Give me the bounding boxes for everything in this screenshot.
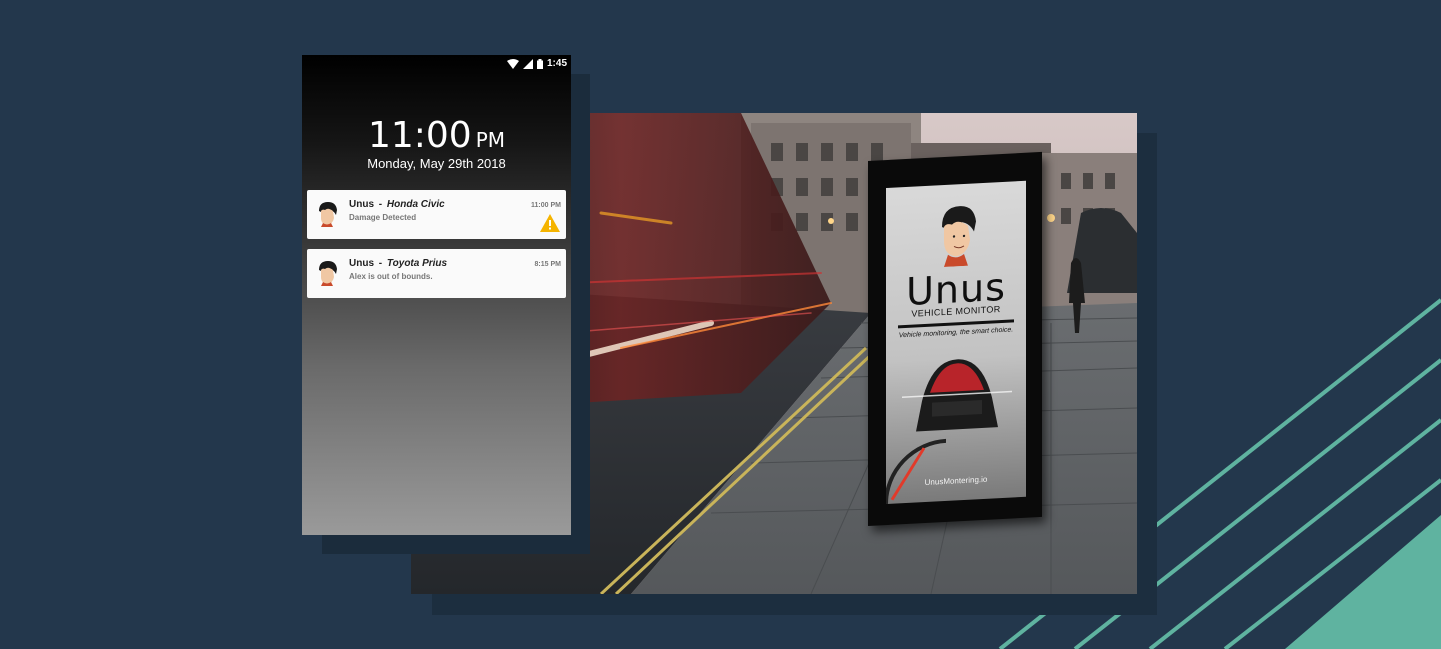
hero-banner: Unus VEHICLE MONITOR Vehicle monitoring,… (0, 0, 1441, 649)
warning-icon (540, 214, 560, 232)
battery-icon (536, 58, 543, 69)
status-time: 1:45 (546, 58, 567, 69)
clock-time: 11:00 (367, 115, 472, 156)
lockscreen-date: Monday, May 29th 2018 (367, 156, 506, 171)
notification-title: Unus - Honda Civic (349, 199, 445, 210)
ad-billboard: Unus VEHICLE MONITOR Vehicle monitoring,… (868, 151, 1042, 526)
notification-app: Unus (349, 199, 374, 210)
notification-message: Damage Detected (349, 213, 417, 222)
notification-card[interactable]: Unus - Honda Civic Damage Detected 11:00… (307, 190, 566, 239)
notification-time: 11:00 PM (531, 202, 561, 209)
clock-ampm: PM (475, 128, 506, 152)
signal-icon (522, 58, 533, 69)
speedometer-icon (886, 438, 947, 505)
unus-avatar-icon (319, 202, 337, 227)
notification-message: Alex is out of bounds. (349, 272, 433, 281)
phone-lockscreen: 1:45 11:00 PM Monday, May 29th 2018 Unus … (302, 55, 571, 535)
unus-avatar-icon (319, 261, 337, 286)
notification-app: Unus (349, 258, 374, 269)
wifi-icon (506, 58, 519, 69)
status-bar: 1:45 (302, 55, 571, 75)
notification-time: 8:15 PM (534, 261, 561, 268)
notification-separator: - (378, 258, 383, 269)
notification-card[interactable]: Unus - Toyota Prius Alex is out of bound… (307, 249, 566, 298)
billboard-frame: Unus VEHICLE MONITOR Vehicle monitoring,… (868, 151, 1042, 526)
billboard-screen: Unus VEHICLE MONITOR Vehicle monitoring,… (886, 180, 1026, 505)
notification-vehicle: Honda Civic (386, 199, 445, 210)
lockscreen-clock: 11:00 PM (302, 115, 571, 156)
unus-mascot-icon (942, 206, 976, 268)
notification-title: Unus - Toyota Prius (349, 258, 447, 269)
notification-vehicle: Toyota Prius (386, 258, 448, 269)
notification-separator: - (378, 199, 383, 210)
